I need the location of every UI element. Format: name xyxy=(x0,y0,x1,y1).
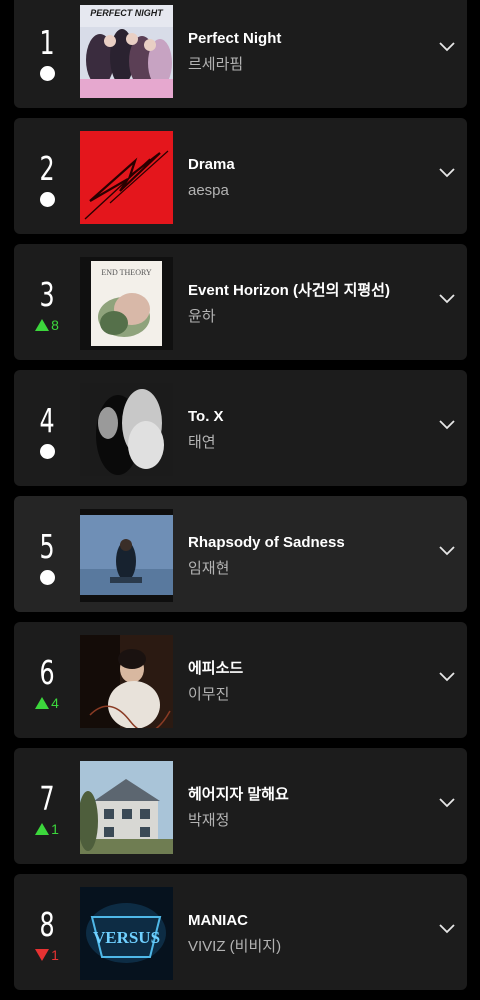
artist-name[interactable]: 윤하 xyxy=(188,307,428,326)
rank-up-triangle-icon xyxy=(35,319,50,331)
rank-change xyxy=(14,442,80,460)
album-cover[interactable]: END THEORY xyxy=(80,257,173,350)
chart-item-4[interactable]: 4 To. X 태연 xyxy=(14,370,467,486)
rank-change-value: 1 xyxy=(51,821,59,837)
rank-change: 1 xyxy=(14,946,80,964)
rank-change xyxy=(14,64,80,82)
album-cover[interactable] xyxy=(80,635,173,728)
chart-list: 1 PERFECT NIGHT Perfect Night 르세라핌 2 Dra… xyxy=(14,0,467,1000)
song-info: Event Horizon (사건의 지평선) 윤하 xyxy=(188,244,428,360)
chevron-down-icon[interactable] xyxy=(438,418,456,430)
artist-name[interactable]: 이무진 xyxy=(188,685,428,704)
rank-column: 3 8 xyxy=(14,244,80,360)
rank-change: 8 xyxy=(14,316,80,334)
song-info: Perfect Night 르세라핌 xyxy=(188,0,428,108)
rank-column: 2 xyxy=(14,118,80,234)
chevron-down-icon[interactable] xyxy=(438,166,456,178)
song-title[interactable]: Perfect Night xyxy=(188,27,428,50)
rank-change: 4 xyxy=(14,694,80,712)
rank-up-triangle-icon xyxy=(35,697,50,709)
rank-number: 1 xyxy=(39,23,55,62)
chevron-down-icon[interactable] xyxy=(438,544,456,556)
artist-name[interactable]: 박재정 xyxy=(188,811,428,830)
rank-down-triangle-icon xyxy=(35,949,50,961)
chevron-down-icon[interactable] xyxy=(438,922,456,934)
rank-column: 6 4 xyxy=(14,622,80,738)
song-title[interactable]: MANIAC xyxy=(188,909,428,932)
rank-change xyxy=(14,190,80,208)
rank-column: 7 1 xyxy=(14,748,80,864)
cover-text: VERSUS xyxy=(93,928,160,947)
rank-column: 5 xyxy=(14,496,80,612)
album-cover[interactable] xyxy=(80,131,173,224)
song-title[interactable]: Drama xyxy=(188,153,428,176)
no-change-dot-icon xyxy=(39,191,55,207)
album-cover[interactable]: VERSUS xyxy=(80,887,173,980)
rank-number: 8 xyxy=(39,905,55,944)
chevron-down-icon[interactable] xyxy=(438,796,456,808)
rank-column: 4 xyxy=(14,370,80,486)
album-cover[interactable] xyxy=(80,509,173,602)
rank-number: 6 xyxy=(39,653,55,692)
chart-item-2[interactable]: 2 Drama aespa xyxy=(14,118,467,234)
chart-item-7[interactable]: 7 1 헤어지자 말해요 박재정 xyxy=(14,748,467,864)
song-title[interactable]: 에피소드 xyxy=(188,657,428,680)
song-title[interactable]: 헤어지자 말해요 xyxy=(188,783,428,806)
album-cover[interactable] xyxy=(80,383,173,476)
album-cover[interactable] xyxy=(80,761,173,854)
chart-item-1[interactable]: 1 PERFECT NIGHT Perfect Night 르세라핌 xyxy=(14,0,467,108)
no-change-dot-icon xyxy=(39,443,55,459)
rank-up-triangle-icon xyxy=(35,823,50,835)
rank-change-value: 1 xyxy=(51,947,59,963)
rank-change: 1 xyxy=(14,820,80,838)
song-title[interactable]: Event Horizon (사건의 지평선) xyxy=(188,279,428,302)
song-title[interactable]: To. X xyxy=(188,405,428,428)
chart-item-3[interactable]: 3 8 END THEORY Event Horizon (사건의 지평선) 윤… xyxy=(14,244,467,360)
rank-change xyxy=(14,568,80,586)
rank-number: 7 xyxy=(39,779,55,818)
no-change-dot-icon xyxy=(39,569,55,585)
artist-name[interactable]: 임재현 xyxy=(188,559,428,578)
artist-name[interactable]: VIVIZ (비비지) xyxy=(188,937,428,956)
artist-name[interactable]: 태연 xyxy=(188,433,428,452)
cover-text: PERFECT NIGHT xyxy=(90,8,164,18)
song-info: Rhapsody of Sadness 임재현 xyxy=(188,496,428,612)
cover-text: END THEORY xyxy=(101,268,152,277)
artist-name[interactable]: aespa xyxy=(188,181,428,200)
rank-change-value: 8 xyxy=(51,317,59,333)
song-title[interactable]: Rhapsody of Sadness xyxy=(188,531,428,554)
rank-number: 2 xyxy=(39,149,55,188)
rank-number: 5 xyxy=(39,527,55,566)
chart-item-6[interactable]: 6 4 에피소드 이무진 xyxy=(14,622,467,738)
chevron-down-icon[interactable] xyxy=(438,292,456,304)
chevron-down-icon[interactable] xyxy=(438,40,456,52)
song-info: Drama aespa xyxy=(188,118,428,234)
rank-number: 3 xyxy=(39,275,55,314)
song-info: 에피소드 이무진 xyxy=(188,622,428,738)
rank-column: 8 1 xyxy=(14,874,80,990)
chart-item-5[interactable]: 5 Rhapsody of Sadness 임재현 xyxy=(14,496,467,612)
song-info: 헤어지자 말해요 박재정 xyxy=(188,748,428,864)
artist-name[interactable]: 르세라핌 xyxy=(188,55,428,74)
rank-column: 1 xyxy=(14,0,80,108)
album-cover[interactable]: PERFECT NIGHT xyxy=(80,5,173,98)
rank-change-value: 4 xyxy=(51,695,59,711)
chart-item-8[interactable]: 8 1 VERSUS MANIAC VIVIZ (비비지) xyxy=(14,874,467,990)
no-change-dot-icon xyxy=(39,65,55,81)
rank-number: 4 xyxy=(39,401,55,440)
song-info: MANIAC VIVIZ (비비지) xyxy=(188,874,428,990)
chevron-down-icon[interactable] xyxy=(438,670,456,682)
song-info: To. X 태연 xyxy=(188,370,428,486)
